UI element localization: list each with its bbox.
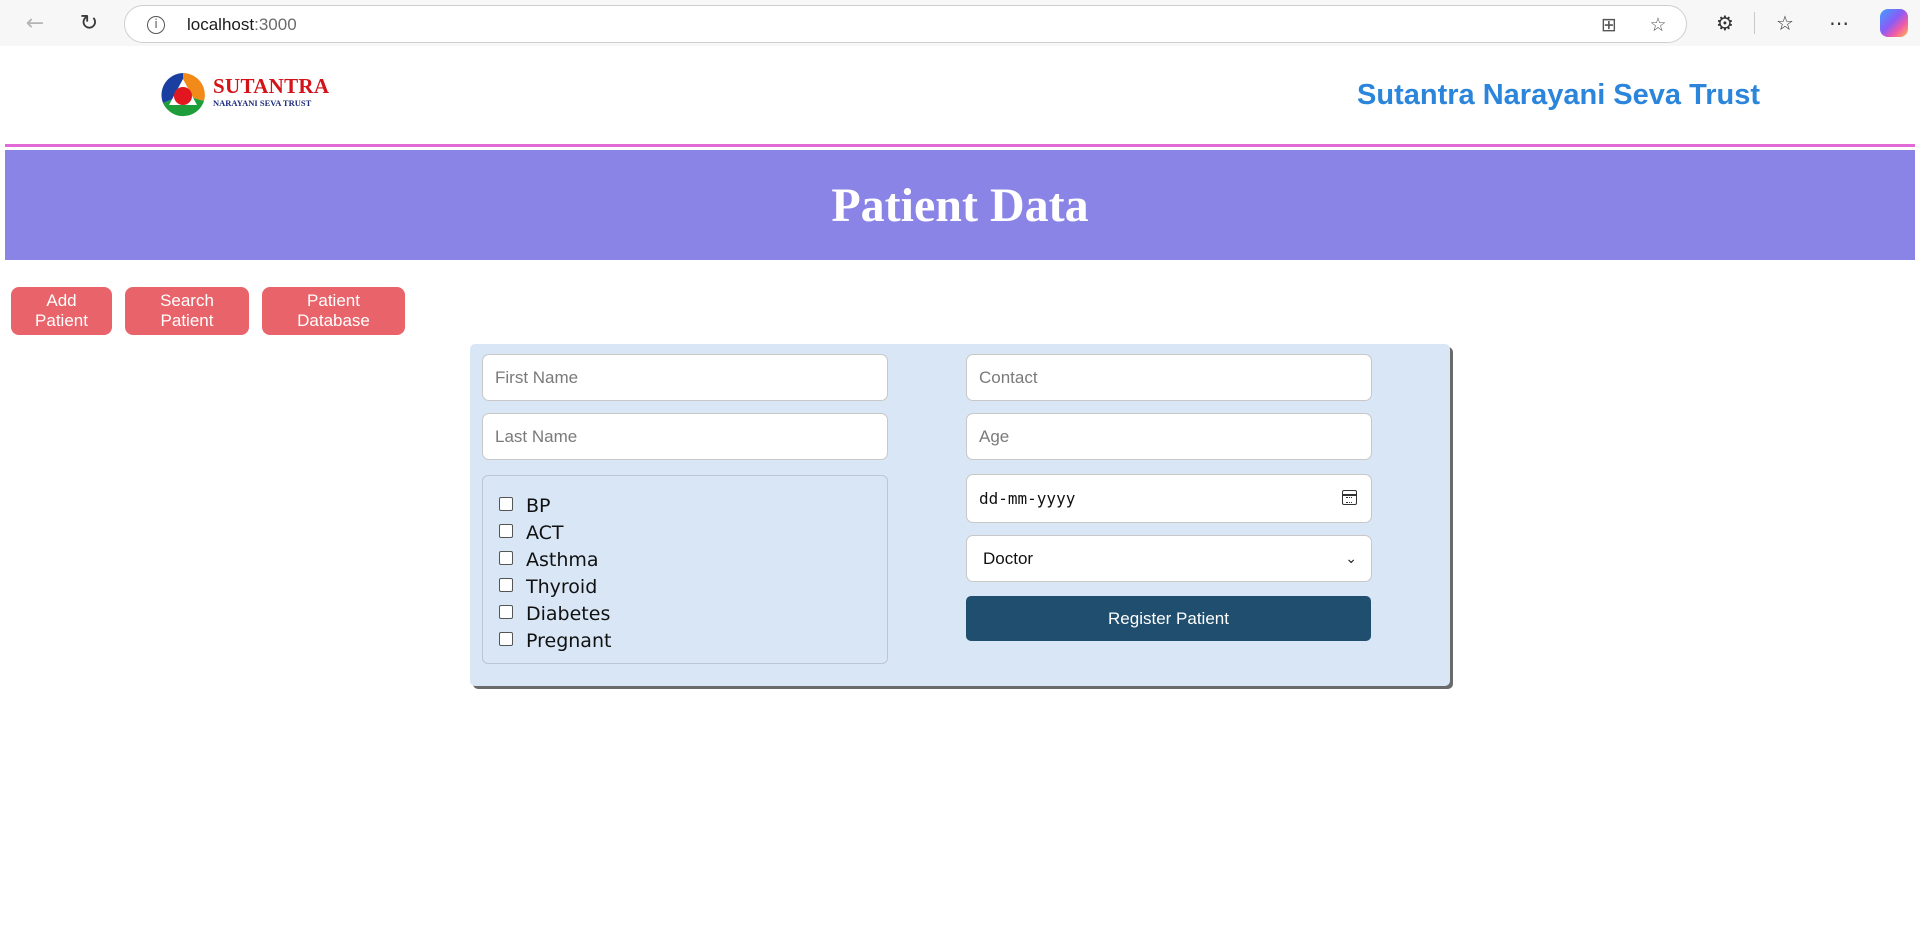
split-screen-icon[interactable]: ⊞	[1598, 14, 1620, 36]
url-host: localhost	[187, 15, 255, 34]
page-viewport: SUTANTRA NARAYANI SEVA TRUST Sutantra Na…	[5, 47, 1915, 952]
logo-text: SUTANTRA NARAYANI SEVA TRUST	[213, 75, 329, 108]
url-text[interactable]: localhost:3000	[187, 15, 297, 35]
nav-tabs: Add Patient Search Patient Patient Datab…	[11, 287, 405, 335]
last-name-placeholder: Last Name	[495, 426, 578, 446]
asthma-label: Asthma	[526, 548, 599, 571]
calendar-icon[interactable]	[1342, 490, 1357, 505]
doctor-select[interactable]: Doctor ⌄	[966, 535, 1372, 582]
patient-database-button[interactable]: Patient Database	[262, 287, 405, 335]
diabetes-checkbox[interactable]	[499, 605, 513, 619]
info-icon[interactable]: i	[147, 16, 165, 34]
extensions-icon[interactable]: ⚙	[1712, 10, 1738, 36]
logo-main-text: SUTANTRA	[213, 74, 330, 98]
thyroid-label: Thyroid	[526, 575, 598, 598]
diabetes-label: Diabetes	[526, 602, 611, 625]
toolbar-divider	[1754, 12, 1755, 34]
chevron-down-icon[interactable]: ⌄	[1345, 551, 1357, 567]
trust-name: Sutantra Narayani Seva Trust	[1357, 79, 1760, 111]
add-patient-button[interactable]: Add Patient	[11, 287, 112, 335]
refresh-icon[interactable]: ↻	[72, 6, 106, 40]
asthma-checkbox[interactable]	[499, 551, 513, 565]
thyroid-checkbox[interactable]	[499, 578, 513, 592]
logo-emblem-icon	[161, 73, 205, 117]
first-name-field[interactable]: First Name	[482, 354, 888, 401]
register-patient-button[interactable]: Register Patient	[966, 596, 1371, 641]
logo-sub-text: NARAYANI SEVA TRUST	[213, 98, 312, 108]
browser-toolbar: ← ↻ i localhost:3000 ⊞ ☆ ⚙ ☆ ⋯	[0, 0, 1920, 46]
act-checkbox[interactable]	[499, 524, 513, 538]
condition-pregnant[interactable]: Pregnant	[499, 627, 887, 654]
condition-thyroid[interactable]: Thyroid	[499, 573, 887, 600]
condition-diabetes[interactable]: Diabetes	[499, 600, 887, 627]
condition-asthma[interactable]: Asthma	[499, 546, 887, 573]
page-title: Patient Data	[831, 178, 1089, 232]
condition-act[interactable]: ACT	[499, 519, 887, 546]
pregnant-checkbox[interactable]	[499, 632, 513, 646]
date-field[interactable]: dd-mm-yyyy	[966, 474, 1372, 523]
copilot-icon[interactable]	[1880, 9, 1908, 37]
pregnant-label: Pregnant	[526, 629, 612, 652]
first-name-placeholder: First Name	[495, 367, 579, 387]
search-patient-button[interactable]: Search Patient	[125, 287, 249, 335]
date-placeholder: dd-mm-yyyy	[979, 489, 1076, 508]
patient-form: First Name Last Name BP ACT Asthma Thyro…	[470, 344, 1450, 686]
favorites-icon[interactable]: ☆	[1772, 10, 1798, 36]
favorite-star-icon[interactable]: ☆	[1647, 14, 1669, 36]
url-port: :3000	[254, 15, 297, 34]
age-placeholder: Age	[979, 426, 1010, 446]
site-header: SUTANTRA NARAYANI SEVA TRUST Sutantra Na…	[5, 47, 1915, 147]
back-arrow-icon[interactable]: ←	[18, 6, 52, 40]
doctor-selected-value: Doctor	[983, 548, 1034, 568]
contact-placeholder: Contact	[979, 367, 1038, 387]
trust-logo[interactable]: SUTANTRA NARAYANI SEVA TRUST	[159, 71, 329, 121]
bp-label: BP	[526, 494, 551, 517]
condition-bp[interactable]: BP	[499, 492, 887, 519]
last-name-field[interactable]: Last Name	[482, 413, 888, 460]
contact-field[interactable]: Contact	[966, 354, 1372, 401]
bp-checkbox[interactable]	[499, 497, 513, 511]
conditions-group: BP ACT Asthma Thyroid Diabetes Pregnant	[482, 475, 888, 664]
page-banner: Patient Data	[5, 150, 1915, 260]
address-bar[interactable]: i localhost:3000 ⊞ ☆	[124, 5, 1687, 43]
act-label: ACT	[526, 521, 564, 544]
age-field[interactable]: Age	[966, 413, 1372, 460]
more-icon[interactable]: ⋯	[1826, 10, 1852, 36]
